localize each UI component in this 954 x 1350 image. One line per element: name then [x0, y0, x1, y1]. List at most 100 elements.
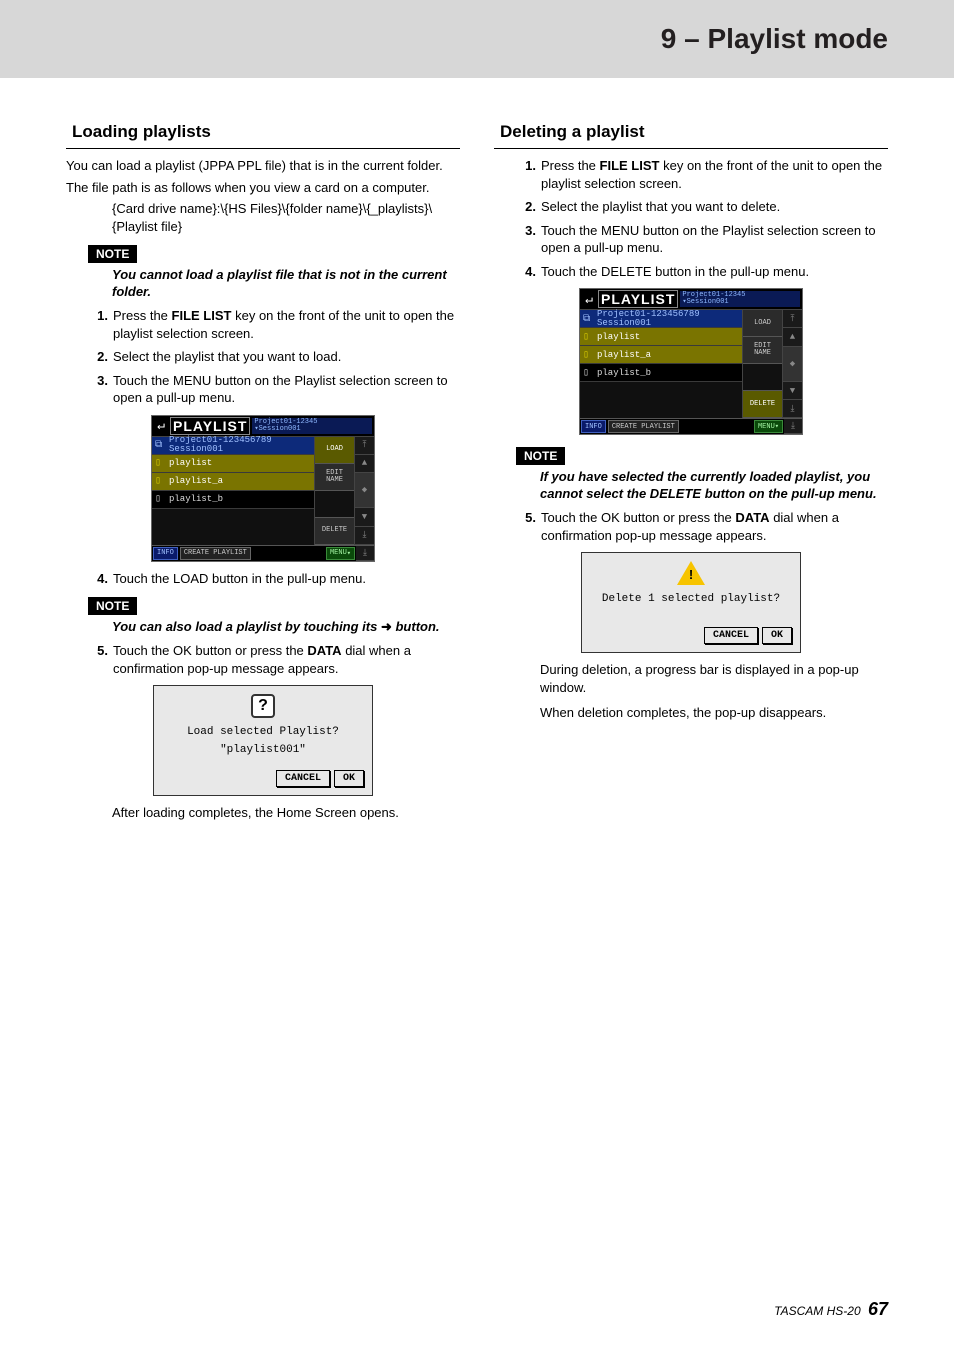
scroll-thumb: ◆ [355, 473, 374, 508]
heading-loading: Loading playlists [72, 122, 460, 142]
note-body: If you have selected the currently loade… [540, 469, 888, 503]
scroll-thumb: ◆ [783, 347, 802, 382]
step-5: 5 Touch the OK button or press the DATA … [518, 509, 888, 544]
step-num: 5 [90, 642, 108, 677]
lcd-screen: ↵ PLAYLIST Project01-12345▾Session001 ⧉ … [151, 415, 375, 562]
note-label: NOTE [516, 447, 565, 465]
step-num: 2 [90, 348, 108, 366]
session-icon: ⧉ [155, 439, 167, 451]
after-delete-2: When deletion completes, the pop-up disa… [540, 704, 888, 722]
step-body: Touch the DELETE button in the pull-up m… [541, 263, 888, 281]
back-arrow-icon: ↵ [152, 417, 170, 435]
load-button: LOAD [743, 310, 782, 337]
step-body: Touch the MENU button on the Playlist se… [113, 372, 460, 407]
scroll-up-icon: ▲ [783, 328, 802, 346]
list-item: ▯playlist_a [580, 346, 742, 364]
warning-icon: ! [679, 561, 703, 585]
delete-button: DELETE [315, 518, 354, 545]
ok-button: OK [762, 627, 792, 644]
screen-title: PLAYLIST [598, 290, 678, 308]
step-num: 4 [518, 263, 536, 281]
cancel-button: CANCEL [276, 770, 330, 787]
menu-button: MENU ▾ [754, 420, 783, 433]
arrow-right-icon: ➜ [381, 619, 392, 634]
dialog-text: Load selected Playlist? [154, 722, 372, 742]
file-icon: ▯ [583, 349, 595, 361]
edit-name-button: EDIT NAME [315, 464, 354, 491]
step-body: Touch the OK button or press the DATA di… [113, 642, 460, 677]
screen-title: PLAYLIST [170, 417, 250, 435]
create-playlist-button: CREATE PLAYLIST [608, 420, 679, 433]
scroll-down-icon: ▼ [783, 382, 802, 400]
list-item: ▯playlist [152, 455, 314, 473]
session-row: ⧉ Project01-123456789Session001 [152, 437, 314, 455]
step-body: Select the playlist that you want to loa… [113, 348, 460, 366]
figure-delete-dialog: ! Delete 1 selected playlist? CANCEL OK [494, 552, 888, 653]
note-body-2: You can also load a playlist by touching… [112, 619, 460, 636]
figure-playlist-delete: ↵ PLAYLIST Project01-12345▾Session001 ⧉ … [494, 288, 888, 435]
left-column: Loading playlists You can load a playlis… [66, 122, 460, 826]
step-body: Press the FILE LIST key on the front of … [113, 307, 460, 342]
note-label: NOTE [88, 245, 137, 263]
menu-button: MENU ▾ [326, 547, 355, 560]
file-icon: ▯ [155, 493, 167, 505]
list-item: ▯playlist_b [580, 364, 742, 382]
info-button: INFO [581, 420, 606, 433]
step-num: 2 [518, 198, 536, 216]
info-button: INFO [153, 547, 178, 560]
edit-name-button: EDIT NAME [743, 337, 782, 364]
scroll-bottom-icon: ⤓ [783, 400, 802, 418]
ok-button: OK [334, 770, 364, 787]
step-num: 1 [518, 157, 536, 192]
heading-deleting: Deleting a playlist [500, 122, 888, 142]
step-4: 4 Touch the LOAD button in the pull-up m… [90, 570, 460, 588]
steps-1-4: 1 Press the FILE LIST key on the front o… [518, 157, 888, 280]
back-arrow-icon: ↵ [580, 290, 598, 308]
confirm-dialog: ? Load selected Playlist? "playlist001" … [153, 685, 373, 796]
scroll-down-icon: ▼ [355, 508, 374, 526]
figure-load-dialog: ? Load selected Playlist? "playlist001" … [66, 685, 460, 796]
scroll-top-icon: ⤒ [355, 437, 374, 455]
scroll-up-icon: ▲ [355, 455, 374, 473]
note-body-1: You cannot load a playlist file that is … [112, 267, 460, 301]
after-delete-1: During deletion, a progress bar is displ… [540, 661, 888, 696]
create-playlist-button: CREATE PLAYLIST [180, 547, 251, 560]
chapter-title: 9 – Playlist mode [661, 23, 888, 55]
product-name: TASCAM HS-20 [774, 1304, 860, 1318]
page-number: 67 [868, 1299, 888, 1319]
intro-p2: The file path is as follows when you vie… [66, 179, 460, 197]
intro-p1: You can load a playlist (JPPA PPL file) … [66, 157, 460, 175]
scroll-bottom-icon: ⤓ [784, 419, 802, 434]
question-icon: ? [251, 694, 275, 718]
list-item: ▯playlist_b [152, 491, 314, 509]
file-icon: ▯ [155, 475, 167, 487]
rule [494, 148, 888, 149]
cancel-button: CANCEL [704, 627, 758, 644]
session-row: ⧉ Project01-123456789Session001 [580, 310, 742, 328]
step-num: 3 [90, 372, 108, 407]
step-body: Touch the LOAD button in the pull-up men… [113, 570, 460, 588]
lcd-screen: ↵ PLAYLIST Project01-12345▾Session001 ⧉ … [579, 288, 803, 435]
list-item: ▯playlist_a [152, 473, 314, 491]
dialog-text: Delete 1 selected playlist? [582, 589, 800, 623]
file-icon: ▯ [583, 331, 595, 343]
step-num: 3 [518, 222, 536, 257]
scroll-top-icon: ⤒ [783, 310, 802, 328]
scroll-bottom-icon: ⤓ [356, 546, 374, 561]
step-num: 1 [90, 307, 108, 342]
note-label: NOTE [88, 597, 137, 615]
step-num: 5 [518, 509, 536, 544]
delete-button: DELETE [743, 391, 782, 418]
step-body: Touch the MENU button on the Playlist se… [541, 222, 888, 257]
step-body: Touch the OK button or press the DATA di… [541, 509, 888, 544]
step-5: 5 Touch the OK button or press the DATA … [90, 642, 460, 677]
breadcrumb: Project01-12345▾Session001 [680, 291, 800, 307]
rule [66, 148, 460, 149]
session-icon: ⧉ [583, 313, 595, 325]
dialog-subtext: "playlist001" [154, 742, 372, 766]
chapter-header: 9 – Playlist mode [0, 0, 954, 78]
after-load-text: After loading completes, the Home Screen… [112, 804, 460, 822]
file-icon: ▯ [155, 457, 167, 469]
step-num: 4 [90, 570, 108, 588]
scroll-bottom-icon: ⤓ [355, 527, 374, 545]
